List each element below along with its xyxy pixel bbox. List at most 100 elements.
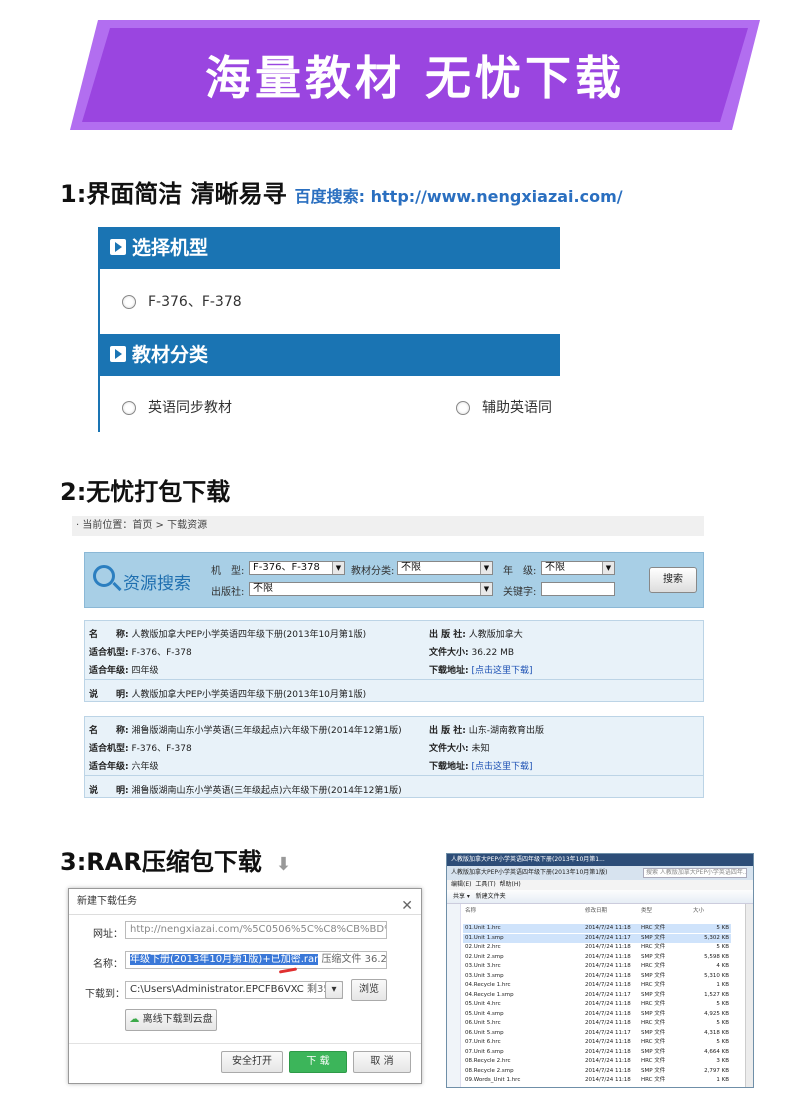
models-field: 适合机型: F-376、F-378 [89,741,192,754]
model-option[interactable]: F-376、F-378 [122,291,242,311]
file-date: 2014/7/24 11:18 [585,1058,631,1064]
grade-select[interactable]: 不限 ▼ [541,561,615,575]
menu-tools[interactable]: 工具(T) [475,881,495,888]
file-name: 06.Unit 5.hrc [465,1020,501,1026]
radio-icon[interactable] [456,401,470,415]
field-value: 人教版加拿大PEP小学英语四年级下册(2013年10月第1版) [131,630,367,640]
col-name[interactable]: 名称 [465,906,476,914]
cloud-download-button[interactable]: ☁ 离线下载到云盘 [125,1009,217,1031]
file-date: 2014/7/24 11:17 [585,991,631,998]
file-name: 04.Recycle 1.smp [465,991,514,998]
category-select-value: 不限 [401,562,421,573]
field-value: 36.22 MB [471,648,515,658]
new-folder-button[interactable]: 新建文件夹 [476,893,506,900]
file-row[interactable]: 04.Recycle 1.hrc 2014/7/24 11:18 HRC 文件 1 K… [463,981,731,990]
grade-field: 适合年级: 六年级 [89,759,159,772]
file-row[interactable]: 03.Unit 3.smp 2014/7/24 11:18 SMP 文件 5,310 … [463,972,731,981]
download-field: 下载地址: [点击这里下载] [429,759,533,772]
chevron-down-icon[interactable]: ▼ [602,562,614,574]
category-bar: 教材分类 [100,334,560,376]
publisher-select[interactable]: 不限 ▼ [249,582,493,596]
address-bar[interactable]: 人教版加拿大PEP小学英语四年级下册(2013年10月第1版) 搜索 人教版加拿大… [447,866,753,880]
cancel-button[interactable]: 取 消 [353,1051,411,1073]
keyword-input[interactable] [541,582,615,596]
col-date[interactable]: 修改日期 [585,906,607,914]
file-type: HRC 文件 [641,944,666,950]
file-row[interactable]: 07.Unit 6.smp 2014/7/24 11:18 SMP 文件 4,664 … [463,1048,731,1057]
chevron-down-icon[interactable]: ▼ [480,583,492,595]
radio-icon[interactable] [122,295,136,309]
browse-button[interactable]: 浏览 [351,979,387,1001]
url-field[interactable]: http://nengxiazai.com/%5C0506%5C%C8%CB%B… [125,921,387,939]
file-type: HRC 文件 [641,1039,666,1045]
scrollbar[interactable] [745,904,753,1087]
field-value: 四年级 [131,666,159,676]
file-row[interactable]: 04.Recycle 1.smp 2014/7/24 11:17 SMP 文件 1,5… [463,991,731,1000]
arrow-down-icon: ⬇ [275,854,291,875]
file-row[interactable]: 08.Recycle 2.smp 2014/7/24 11:18 SMP 文件 2,7… [463,1067,731,1076]
col-size[interactable]: 大小 [693,906,704,914]
field-value: 人教版加拿大PEP小学英语四年级下册(2013年10月第1版) [131,690,367,700]
field-label: 适合年级: [89,762,129,772]
category-select[interactable]: 不限 ▼ [397,561,493,575]
category-option-2[interactable]: 辅助英语同 [456,397,552,417]
section3-title: 3:RAR压缩包下载 [60,848,262,876]
field-label: 出 版 社: [429,726,466,736]
file-name: 08.Recycle 2.smp [465,1067,514,1074]
play-icon [110,238,126,255]
resource-page: · 当前位置：首页 > 下载资源 资源搜索 机 型: F-376、F-378 ▼ … [72,516,704,814]
name-field[interactable]: 年级下册(2013年10月第1版)+已加密.rar 压缩文件 36.22 MB [125,951,387,969]
file-row[interactable]: 05.Unit 4.hrc 2014/7/24 11:18 HRC 文件 5 KB [463,1000,731,1009]
file-size: 4,925 KB [704,1010,729,1017]
field-value: 山东-湖南教育出版 [468,726,544,736]
menu-help[interactable]: 帮助(H) [500,881,521,888]
field-label: 说 明: [89,786,129,796]
close-icon[interactable]: ✕ [401,893,413,919]
download-link[interactable]: [点击这里下载] [471,666,532,676]
model-select[interactable]: F-376、F-378 ▼ [249,561,345,575]
chevron-down-icon[interactable]: ▼ [480,562,492,574]
file-explorer: 人教版加拿大PEP小学英语四年级下册(2013年10月第1... 人教版加拿大P… [446,853,754,1088]
file-row[interactable]: 09.Words_Unit 1.hrc 2014/7/24 11:18 HRC 文件… [463,1076,731,1085]
field-value: F-376、F-378 [131,744,192,754]
field-label: 下载地址: [429,762,469,772]
file-row[interactable]: 05.Unit 4.smp 2014/7/24 11:18 SMP 文件 4,925 … [463,1010,731,1019]
name-meta: 压缩文件 36.22 MB [321,954,387,965]
file-row[interactable]: 06.Unit 5.hrc 2014/7/24 11:18 HRC 文件 5 KB [463,1019,731,1028]
file-row[interactable]: 07.Unit 6.hrc 2014/7/24 11:18 HRC 文件 5 KB [463,1038,731,1047]
file-row[interactable]: 01.Unit 1.hrc 2014/7/24 11:18 HRC 文件 5 KB [463,924,731,933]
field-label: 文件大小: [429,744,469,754]
file-type: HRC 文件 [641,963,666,969]
chevron-down-icon[interactable]: ▼ [332,562,344,574]
share-button[interactable]: 共享 ▾ [453,893,470,900]
result-card: 名 称: 人教版加拿大PEP小学英语四年级下册(2013年10月第1版) 出 版… [84,620,704,702]
file-row[interactable]: 02.Unit 2.hrc 2014/7/24 11:18 HRC 文件 5 KB [463,943,731,952]
size-field: 文件大小: 未知 [429,741,490,754]
file-size: 1,527 KB [704,991,729,998]
path-field[interactable]: C:\Users\Administrator.EPCFB6VXC 剩35.3 G… [125,981,343,999]
file-row[interactable]: 06.Unit 5.smp 2014/7/24 11:17 SMP 文件 4,318 … [463,1029,731,1038]
category-option-1[interactable]: 英语同步教材 [122,397,232,417]
field-value: 湘鲁版湖南山东小学英语(三年级起点)六年级下册(2014年12第1版) [131,726,402,736]
download-link[interactable]: [点击这里下载] [471,762,532,772]
file-row[interactable]: 08.Recycle 2.hrc 2014/7/24 11:18 HRC 文件 3 K… [463,1057,731,1066]
download-button[interactable]: 下 载 [289,1051,347,1073]
model-label: 机 型: [211,566,245,577]
safe-open-button[interactable]: 安全打开 [221,1051,283,1073]
file-row[interactable]: 01.Unit 1.smp 2014/7/24 11:17 SMP 文件 5,302 … [463,933,731,943]
chevron-down-icon[interactable]: ▾ [325,981,343,999]
file-date: 2014/7/24 11:18 [585,1010,631,1017]
file-name: 02.Unit 2.smp [465,953,504,960]
file-row[interactable]: 02.Unit 2.smp 2014/7/24 11:18 SMP 文件 5,598 … [463,953,731,962]
col-type[interactable]: 类型 [641,906,652,914]
file-type: SMP 文件 [641,953,666,960]
play-icon [110,345,126,362]
file-row[interactable]: 03.Unit 3.hrc 2014/7/24 11:18 HRC 文件 4 KB [463,962,731,971]
radio-icon[interactable] [122,401,136,415]
explorer-search-input[interactable]: 搜索 人教版加拿大PEP小学英语四年... [643,868,747,878]
search-button[interactable]: 搜索 [649,567,697,593]
cloud-button-label: 离线下载到云盘 [142,1014,213,1025]
resource-search-box: 资源搜索 机 型: F-376、F-378 ▼ 教材分类: 不限 ▼ 年 级: 不限… [84,552,704,608]
file-name: 03.Unit 3.smp [465,972,504,979]
menu-edit[interactable]: 编辑(E) [451,881,471,888]
